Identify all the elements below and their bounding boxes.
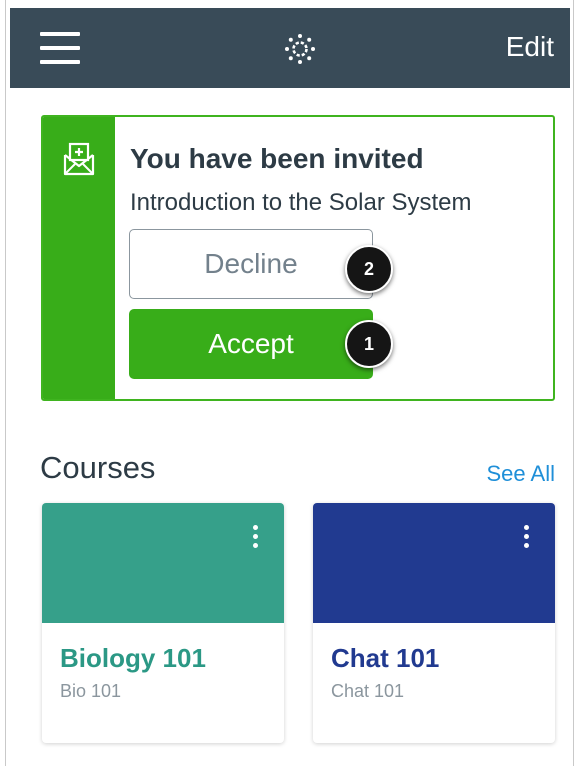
- edit-button[interactable]: Edit: [506, 31, 554, 63]
- invitation-envelope-icon: [63, 142, 95, 176]
- invitation-title: You have been invited: [130, 143, 424, 174]
- course-card-chat[interactable]: Chat 101 Chat 101: [313, 503, 555, 743]
- callout-badge-decline: 2: [345, 245, 393, 293]
- course-invitation-card: You have been invited Introduction to th…: [41, 115, 555, 401]
- course-card-biology[interactable]: Biology 101 Bio 101: [42, 503, 284, 743]
- hamburger-menu-icon[interactable]: [40, 32, 80, 66]
- more-options-icon[interactable]: [523, 525, 531, 553]
- courses-heading: Courses: [40, 450, 156, 485]
- course-card-banner: [313, 503, 555, 623]
- see-all-link[interactable]: See All: [487, 461, 556, 487]
- accept-button[interactable]: Accept: [129, 309, 373, 379]
- top-navigation-bar: Edit: [10, 8, 570, 88]
- invitation-course-name: Introduction to the Solar System: [130, 189, 472, 216]
- course-card-banner: [42, 503, 284, 623]
- decline-button[interactable]: Decline: [129, 229, 373, 299]
- course-card-code: Bio 101: [60, 681, 122, 701]
- callout-badge-accept: 1: [345, 320, 393, 368]
- course-card-name: Biology 101: [60, 643, 206, 673]
- more-options-icon[interactable]: [252, 525, 260, 553]
- course-card-code: Chat 101: [331, 681, 405, 701]
- course-card-name: Chat 101: [331, 643, 440, 673]
- invitation-accent-bar: [43, 117, 115, 399]
- canvas-logo-icon: [285, 34, 315, 64]
